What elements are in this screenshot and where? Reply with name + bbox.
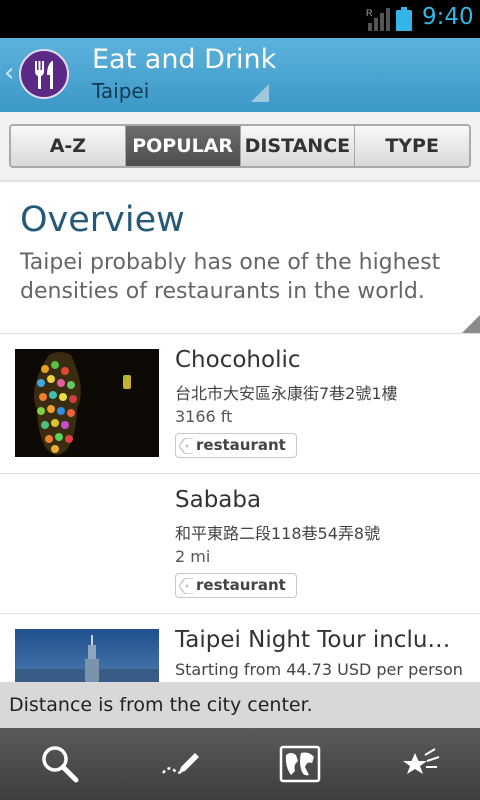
item-distance: 2 mi [175, 547, 211, 566]
favorites-icon [403, 748, 440, 774]
info-bar: Distance is from the city center. [0, 682, 480, 728]
signal-icon: R [366, 8, 390, 31]
category-tag[interactable]: restaurant [175, 433, 297, 458]
item-distance: 3166 ft [175, 407, 233, 426]
sort-tabs-area: A-Z POPULAR DISTANCE TYPE [0, 112, 480, 182]
tab-popular[interactable]: POPULAR [125, 126, 241, 166]
map-button[interactable] [240, 728, 360, 800]
page-title: Eat and Drink [92, 44, 277, 75]
tag-label: restaurant [196, 576, 286, 594]
item-title: Chocoholic [175, 347, 301, 373]
app-icon[interactable] [19, 49, 69, 99]
item-address: 和平東路二段118巷54弄8號 [175, 524, 381, 543]
search-button[interactable] [0, 728, 120, 800]
notes-button[interactable] [120, 728, 240, 800]
sort-tabs: A-Z POPULAR DISTANCE TYPE [9, 124, 471, 168]
pencil-icon [162, 753, 199, 774]
city-selector[interactable]: Taipei [92, 79, 149, 103]
tag-icon [179, 438, 193, 454]
status-bar: R 9:40 [0, 0, 480, 38]
battery-icon [396, 7, 412, 31]
tag-label: restaurant [196, 436, 286, 454]
info-text: Distance is from the city center. [9, 694, 313, 716]
tab-a-z[interactable]: A-Z [11, 126, 126, 166]
expand-corner-icon[interactable] [462, 315, 480, 333]
bottom-nav [0, 728, 480, 800]
item-title: Taipei Night Tour includi… [175, 627, 465, 653]
tab-type[interactable]: TYPE [355, 126, 469, 166]
header-bar: ‹ Eat and Drink Taipei [0, 38, 480, 112]
map-icon [279, 745, 321, 783]
category-tag[interactable]: restaurant [175, 573, 297, 598]
clock: 9:40 [422, 4, 474, 30]
list-item[interactable]: Chocoholic 台北市大安區永康街7巷2號1樓 3166 ft resta… [0, 334, 480, 474]
item-address: 台北市大安區永康街7巷2號1樓 [175, 384, 398, 403]
back-chevron-icon[interactable]: ‹ [4, 58, 14, 88]
overview-section[interactable]: Overview Taipei probably has one of the … [0, 184, 480, 334]
favorites-button[interactable] [360, 728, 480, 800]
overview-text: Taipei probably has one of the highest d… [20, 250, 441, 304]
search-icon [42, 746, 79, 783]
item-price: Starting from 44.73 USD per person [175, 660, 463, 679]
item-title: Sababa [175, 487, 262, 513]
tab-distance[interactable]: DISTANCE [240, 126, 356, 166]
svg-text:R: R [366, 8, 373, 18]
place-photo [15, 349, 159, 457]
overview-title: Overview [20, 200, 185, 240]
tag-icon [179, 578, 193, 594]
dropdown-corner-icon[interactable] [251, 84, 269, 102]
list-item[interactable]: Sababa 和平東路二段118巷54弄8號 2 mi restaurant [0, 474, 480, 614]
